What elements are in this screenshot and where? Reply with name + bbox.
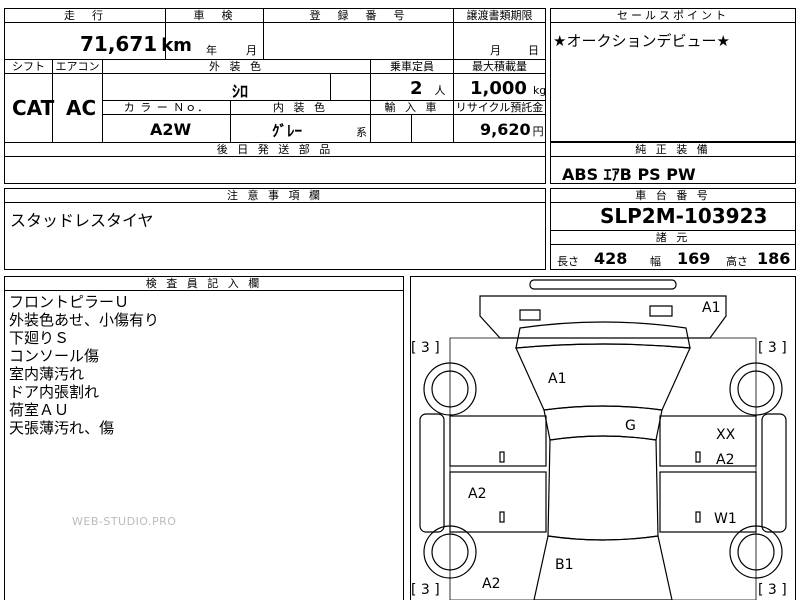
capacity-value: 2人 bbox=[410, 78, 446, 99]
recycle-deposit-label: リサイクル預託金 bbox=[454, 101, 545, 115]
length-label: 長さ bbox=[557, 255, 579, 268]
ac-label: エアコン bbox=[53, 60, 102, 74]
interior-color-value: ｸﾞﾚｰ bbox=[272, 122, 303, 140]
transfer-day: 日 bbox=[528, 44, 539, 57]
notes-text: スタッドレスタイヤ bbox=[10, 211, 154, 230]
chassis-number-value: SLP2M-103923 bbox=[600, 204, 768, 228]
recycle-deposit-value: 9,620 円 bbox=[480, 120, 544, 139]
tire-tread-front-right: [ 3 ] bbox=[758, 340, 787, 356]
registration-label: 登 録 番 号 bbox=[264, 9, 453, 23]
width-label: 幅 bbox=[650, 255, 661, 268]
inspector-note: ドア内張割れ bbox=[9, 383, 100, 401]
mileage-value: 71,671 km bbox=[80, 32, 192, 56]
capacity-unit: 人 bbox=[434, 84, 446, 97]
inspector-note: 外装色あせ、小傷有り bbox=[9, 311, 160, 329]
transfer-deadline-label: 譲渡書類期限 bbox=[454, 9, 545, 23]
inspection-month: 月 bbox=[246, 44, 257, 57]
equipment-label: 純 正 装 備 bbox=[551, 143, 795, 157]
damage-mark-left-door: A2 bbox=[468, 486, 487, 502]
chassis-number-label: 車 台 番 号 bbox=[551, 189, 795, 203]
capacity-label: 乗車定員 bbox=[371, 60, 453, 74]
mileage-label: 走 行 bbox=[5, 9, 165, 23]
transfer-month: 月 bbox=[490, 44, 501, 57]
width-value: 169 bbox=[677, 249, 711, 268]
damage-mark-right-rear: W1 bbox=[714, 511, 737, 527]
notes-label: 注 意 事 項 欄 bbox=[5, 189, 545, 203]
ac-value: AC bbox=[66, 96, 97, 120]
watermark: WEB-STUDIO.PRO bbox=[72, 515, 177, 528]
dimensions-label: 諸 元 bbox=[551, 231, 795, 245]
tire-tread-rear-left: [ 3 ] bbox=[411, 582, 440, 598]
inspector-note: 下廻りＳ bbox=[9, 329, 70, 347]
max-load-unit: kg bbox=[532, 84, 547, 97]
inspector-note: 天張薄汚れ、傷 bbox=[9, 419, 115, 437]
max-load-value: 1,000 kg bbox=[470, 78, 547, 99]
damage-mark-front: A1 bbox=[702, 300, 721, 316]
color-no-value: A2W bbox=[150, 120, 192, 139]
inspection-year: 年 bbox=[206, 44, 217, 57]
sales-point-text: ★オークションデビュー★ bbox=[553, 32, 730, 50]
sales-point-label: セールスポイント bbox=[551, 9, 795, 23]
damage-mark-rear-left: A2 bbox=[482, 576, 501, 592]
shift-label: シフト bbox=[5, 60, 52, 74]
height-value: 186 bbox=[757, 249, 791, 268]
later-parts-label: 後 日 発 送 部 品 bbox=[5, 143, 545, 157]
inspector-note: フロントピラーＵ bbox=[9, 293, 130, 311]
damage-mark-roof: G bbox=[625, 418, 636, 434]
shift-value: CAT bbox=[12, 96, 55, 120]
damage-mark-hood: A1 bbox=[548, 371, 567, 387]
recycle-deposit-unit: 円 bbox=[532, 125, 544, 138]
length-value: 428 bbox=[594, 249, 628, 268]
color-no-label: カ ラ ー Ｎｏ． bbox=[103, 101, 230, 115]
equipment-value: ABS ｴｱB PS PW bbox=[562, 165, 696, 184]
inspector-notes: フロントピラーＵ 外装色あせ、小傷有り 下廻りＳ コンソール傷 室内薄汚れ ドア… bbox=[9, 293, 159, 437]
damage-mark-rear-center: B1 bbox=[555, 557, 574, 573]
interior-color-suffix: 系 bbox=[356, 126, 367, 139]
inspector-note: コンソール傷 bbox=[9, 347, 100, 365]
inspector-label: 検 査 員 記 入 欄 bbox=[5, 277, 403, 291]
mileage-unit: km bbox=[161, 35, 192, 56]
tire-tread-rear-right: [ 3 ] bbox=[758, 582, 787, 598]
import-label: 輸 入 車 bbox=[371, 101, 453, 115]
inspector-note: 室内薄汚れ bbox=[9, 365, 85, 383]
sales-point-box bbox=[550, 8, 796, 142]
interior-color-label: 内 装 色 bbox=[231, 101, 370, 115]
height-label: 高さ bbox=[726, 255, 748, 268]
exterior-color-value: ｼﾛ bbox=[232, 82, 249, 101]
inspection-label: 車 検 bbox=[166, 9, 263, 23]
exterior-color-label: 外 装 色 bbox=[103, 60, 370, 74]
max-load-label: 最大積載量 bbox=[454, 60, 545, 74]
tire-tread-front-left: [ 3 ] bbox=[411, 340, 440, 356]
vehicle-diagram bbox=[419, 279, 787, 600]
inspector-note: 荷室ＡＵ bbox=[9, 401, 70, 419]
damage-mark-right-front-1: XX bbox=[716, 427, 736, 443]
damage-mark-right-front-2: A2 bbox=[716, 452, 735, 468]
